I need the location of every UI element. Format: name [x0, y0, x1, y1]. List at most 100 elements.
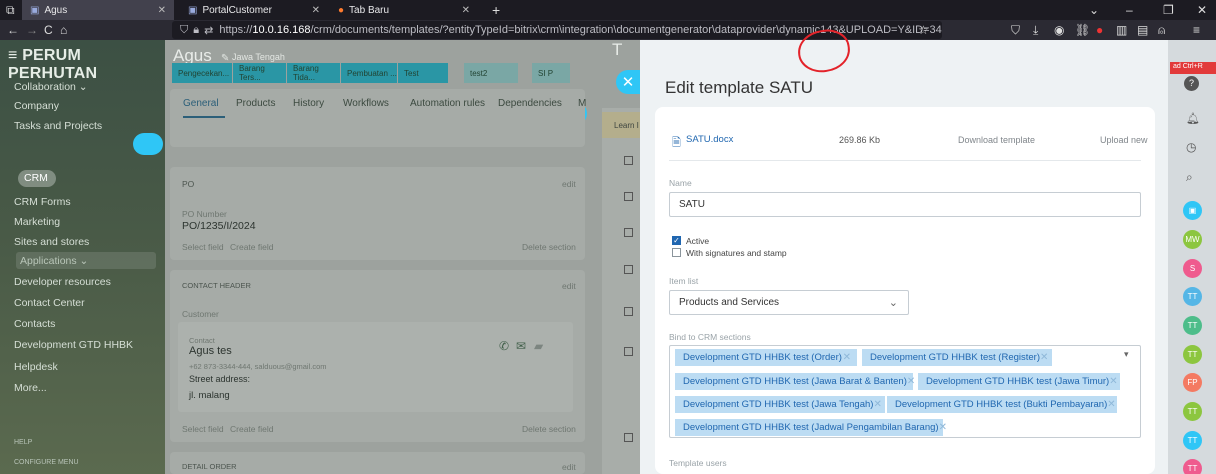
create-field-link[interactable]: Create field	[230, 424, 273, 434]
tab-workflows[interactable]: Workflows	[343, 98, 389, 109]
back-icon[interactable]: ←	[7, 20, 19, 40]
phone-icon[interactable]: ✆	[499, 339, 509, 353]
select-field-link[interactable]: Select field	[182, 242, 224, 252]
avatar[interactable]: TT	[1183, 431, 1202, 450]
remove-chip-icon[interactable]: ✕	[873, 399, 887, 410]
stage-6[interactable]: test2	[464, 63, 518, 83]
new-tab-icon[interactable]: +	[492, 0, 500, 20]
stage-4[interactable]: Pembuatan ...	[341, 63, 397, 83]
sidebar-item-applications[interactable]: Applications ⌄	[20, 252, 88, 270]
account-icon[interactable]: ⍝	[1158, 20, 1165, 40]
sidebar-item-marketing[interactable]: Marketing	[14, 213, 60, 231]
tab-products[interactable]: Products	[236, 98, 275, 109]
forward-icon[interactable]: →	[26, 20, 38, 40]
name-input[interactable]: SATU	[669, 192, 1141, 217]
maximize-icon[interactable]: ❐	[1163, 0, 1174, 20]
sidebar-item-developer[interactable]: Developer resources	[14, 273, 111, 291]
browser-tab-tab-baru[interactable]: ● Tab Baru ✕	[330, 0, 478, 20]
learn-banner[interactable]: Learn I	[602, 112, 640, 138]
search-icon[interactable]: ⌕	[1186, 170, 1193, 185]
row-checkbox[interactable]	[624, 156, 633, 165]
minimize-icon[interactable]: –	[1126, 0, 1133, 20]
sidebar-item-crm[interactable]: CRM	[24, 169, 48, 187]
signatures-checkbox[interactable]	[672, 248, 681, 257]
avatar[interactable]: TT	[1183, 345, 1202, 364]
sidebar-item-development[interactable]: Development GTD HHBK	[14, 336, 133, 354]
stage-3[interactable]: Barang Tida...	[287, 63, 340, 83]
active-checkbox[interactable]: ✓	[672, 236, 681, 245]
close-tab-icon[interactable]: ✕	[158, 5, 166, 16]
menu-icon[interactable]: ≡	[8, 47, 22, 64]
avatar[interactable]: TT	[1183, 287, 1202, 306]
sidebar-toggle-icon[interactable]: ▤	[1137, 20, 1148, 40]
delete-section-link[interactable]: Delete section	[522, 242, 576, 252]
avatar[interactable]: TT	[1183, 402, 1202, 421]
item-list-select[interactable]: Products and Services ⌄	[669, 290, 909, 315]
sidebar-item-crm-forms[interactable]: CRM Forms	[14, 193, 71, 211]
sidebar-item-company[interactable]: Company	[14, 97, 59, 115]
avatar[interactable]: TT	[1183, 459, 1202, 474]
extension-icon[interactable]: ⛓	[1075, 20, 1090, 40]
extension-icon[interactable]: ●	[1096, 20, 1103, 40]
remove-chip-icon[interactable]: ✕	[939, 422, 953, 433]
downloads-icon[interactable]: ⤓	[1033, 20, 1038, 40]
configure-menu-link[interactable]: CONFIGURE MENU	[14, 453, 79, 471]
row-checkbox[interactable]	[624, 192, 633, 201]
sidebar-item-collaboration[interactable]: Collaboration ⌄	[14, 78, 88, 96]
bookmark-star-icon[interactable]: ☆	[918, 20, 929, 40]
stage-1[interactable]: Pengecekan...	[172, 63, 232, 83]
tab-automation-rules[interactable]: Automation rules	[410, 98, 485, 109]
close-tab-icon[interactable]: ✕	[462, 5, 470, 16]
avatar[interactable]: FP	[1183, 373, 1202, 392]
download-template-link[interactable]: Download template	[958, 135, 1035, 145]
stage-7[interactable]: SI P	[532, 63, 570, 83]
select-field-link[interactable]: Select field	[182, 424, 224, 434]
collapse-menu-button[interactable]	[133, 133, 163, 155]
pocket-icon[interactable]: ⛉	[1011, 20, 1020, 40]
remove-chip-icon[interactable]: ✕	[843, 352, 857, 363]
menu-icon[interactable]: ≡	[1193, 20, 1200, 40]
clock-icon[interactable]: ◷	[1186, 140, 1196, 154]
library-icon[interactable]: ▥	[1116, 20, 1127, 40]
sidebar-item-contact-center[interactable]: Contact Center	[14, 294, 85, 312]
reload-icon[interactable]: C	[44, 20, 53, 40]
chevron-down-icon[interactable]: ▾	[1124, 349, 1129, 360]
bell-icon[interactable]: 🔔︎	[1186, 112, 1200, 125]
tab-more[interactable]: M	[578, 98, 586, 109]
close-tab-icon[interactable]: ✕	[312, 5, 320, 16]
sidebar-item-contacts[interactable]: Contacts	[14, 315, 55, 333]
avatar[interactable]: S	[1183, 259, 1202, 278]
edit-link[interactable]: edit	[562, 281, 576, 291]
browser-tab-agus[interactable]: ▣ Agus ✕	[22, 0, 174, 20]
avatar[interactable]: MW	[1183, 230, 1202, 249]
avatar[interactable]: TT	[1183, 316, 1202, 335]
sidebar-item-more[interactable]: More...	[14, 379, 47, 397]
list-tabs-icon[interactable]: ⌄	[1089, 0, 1099, 20]
close-window-icon[interactable]: ✕	[1197, 0, 1207, 20]
sidebar-item-helpdesk[interactable]: Helpdesk	[14, 358, 58, 376]
stage-5[interactable]: Test	[398, 63, 448, 83]
help-icon[interactable]: ?	[1184, 76, 1199, 91]
row-checkbox[interactable]	[624, 265, 633, 274]
row-checkbox[interactable]	[624, 228, 633, 237]
messenger-icon[interactable]: ▣	[1183, 201, 1202, 220]
tab-general[interactable]: General	[183, 98, 219, 109]
remove-chip-icon[interactable]: ✕	[1040, 352, 1054, 363]
help-link[interactable]: HELP	[14, 433, 32, 451]
row-checkbox[interactable]	[624, 433, 633, 442]
upload-new-link[interactable]: Upload new	[1100, 135, 1148, 145]
tab-overview-icon[interactable]: ⧉	[6, 0, 15, 20]
edit-link[interactable]: edit	[562, 462, 576, 472]
create-field-link[interactable]: Create field	[230, 242, 273, 252]
close-panel-button[interactable]: ✕	[616, 70, 640, 94]
tab-dependencies[interactable]: Dependencies	[498, 98, 562, 109]
remove-chip-icon[interactable]: ✕	[1107, 399, 1121, 410]
row-checkbox[interactable]	[624, 307, 633, 316]
sidebar-item-sites[interactable]: Sites and stores	[14, 233, 89, 251]
delete-section-link[interactable]: Delete section	[522, 424, 576, 434]
file-name-link[interactable]: SATU.docx	[686, 134, 733, 145]
browser-tab-portalcustomer[interactable]: ▣ PortalCustomer ✕	[180, 0, 328, 20]
sidebar-item-tasks[interactable]: Tasks and Projects	[14, 117, 102, 135]
mail-icon[interactable]: ✉	[516, 339, 526, 353]
row-checkbox[interactable]	[624, 347, 633, 356]
